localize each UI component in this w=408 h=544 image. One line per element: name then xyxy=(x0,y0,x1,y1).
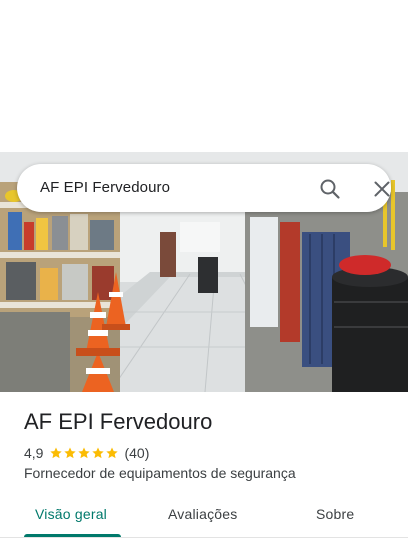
search-icon[interactable] xyxy=(317,176,343,202)
star-rating xyxy=(49,446,119,460)
close-icon[interactable] xyxy=(369,176,395,202)
star-icon xyxy=(106,447,119,459)
search-bar[interactable]: AF EPI Fervedouro xyxy=(17,164,391,212)
search-input[interactable]: AF EPI Fervedouro xyxy=(40,179,170,196)
star-icon xyxy=(50,447,63,459)
tab-divider xyxy=(0,537,408,538)
review-count[interactable]: (40) xyxy=(124,445,149,461)
tab-bar: Visão geral Avaliações Sobre xyxy=(0,496,408,544)
star-icon xyxy=(92,447,105,459)
place-sheet: AF EPI Fervedouro AF EPI Fervedouro 4,9 … xyxy=(0,0,408,544)
tab-reviews[interactable]: Avaliações xyxy=(168,506,237,522)
star-icon xyxy=(64,447,77,459)
rating-row[interactable]: 4,9 (40) xyxy=(24,444,149,462)
place-category: Fornecedor de equipamentos de segurança xyxy=(24,465,296,481)
place-title: AF EPI Fervedouro xyxy=(24,409,213,434)
tab-overview[interactable]: Visão geral xyxy=(35,506,107,522)
rating-value: 4,9 xyxy=(24,445,44,461)
tab-about[interactable]: Sobre xyxy=(316,506,354,522)
star-icon xyxy=(78,447,91,459)
